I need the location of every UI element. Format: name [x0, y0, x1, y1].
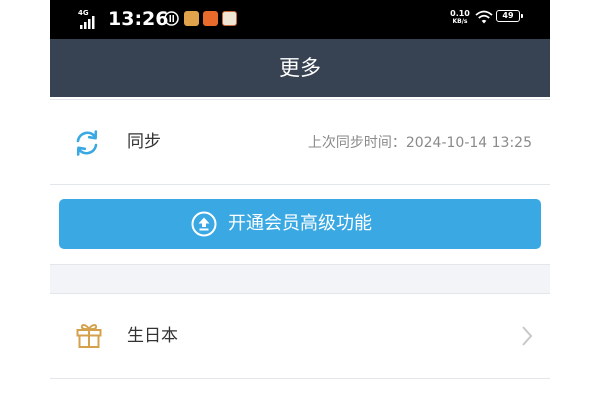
app-icon-3	[222, 11, 237, 26]
gift-icon	[76, 324, 102, 348]
section-spacer	[50, 265, 550, 294]
upgrade-arrow-icon	[191, 211, 217, 237]
battery-icon: 49	[496, 10, 523, 22]
status-bar: 4G 13:26 0.10 KB/s 49	[50, 0, 550, 39]
speed-unit: KB/s	[452, 18, 468, 25]
last-sync-info: 上次同步时间：2024-10-14 13:25	[308, 133, 532, 153]
header-bar: 更多	[50, 39, 550, 97]
chevron-right-icon	[522, 326, 533, 346]
sync-label: 同步	[127, 132, 161, 152]
sync-row[interactable]: 同步 上次同步时间：2024-10-14 13:25	[50, 100, 550, 184]
signal-icon: 4G	[78, 10, 102, 30]
weibo-icon	[203, 11, 218, 26]
divider	[50, 378, 550, 379]
last-sync-label: 上次同步时间：	[307, 135, 406, 151]
app-icon-1	[184, 11, 199, 26]
last-sync-time: 2024-10-14 13:25	[405, 135, 532, 151]
sync-icon	[76, 130, 98, 156]
divider	[50, 184, 550, 185]
birthday-book-label: 生日本	[127, 326, 178, 346]
status-time: 13:26	[108, 8, 169, 30]
page-title: 更多	[279, 56, 321, 80]
phone-screen: 4G 13:26 0.10 KB/s 49 更多 同步 上次同步时间：2024-…	[50, 0, 550, 400]
upgrade-vip-button[interactable]: 开通会员高级功能	[59, 199, 541, 249]
network-speed: 0.10 KB/s	[448, 10, 472, 26]
wifi-icon	[475, 10, 493, 24]
sim-badge-icon	[164, 11, 179, 26]
birthday-book-row[interactable]: 生日本	[50, 294, 550, 378]
speed-value: 0.10	[450, 9, 470, 18]
upgrade-vip-label: 开通会员高级功能	[228, 213, 372, 234]
